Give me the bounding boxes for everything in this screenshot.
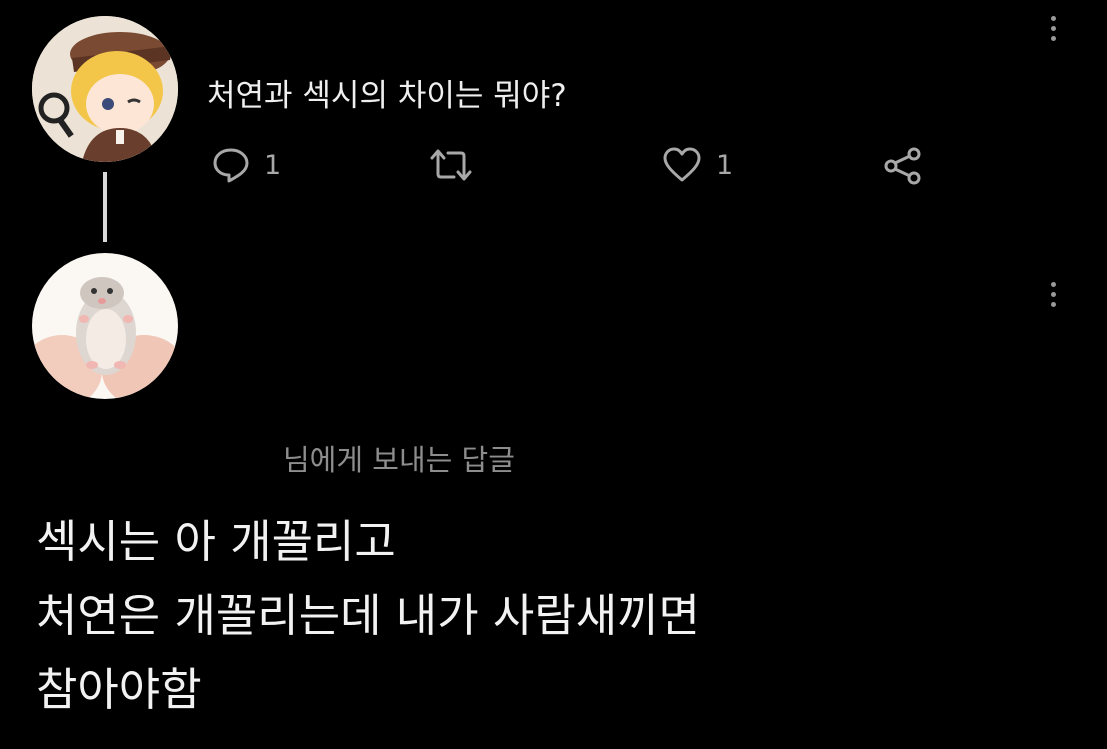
reply-button[interactable]: 1 — [212, 146, 281, 184]
more-options-button[interactable] — [1047, 282, 1059, 307]
share-icon — [884, 147, 921, 185]
avatar[interactable] — [32, 16, 178, 162]
more-vertical-icon — [1050, 302, 1056, 307]
comment-icon — [213, 148, 249, 183]
more-vertical-icon — [1050, 26, 1056, 31]
more-vertical-icon — [1050, 292, 1056, 297]
avatar[interactable] — [32, 253, 178, 399]
like-button[interactable]: 1 — [662, 146, 733, 184]
reply-text: 섹시는 아 개꼴리고 처연은 개꼴리는데 내가 사람새끼면 참아야함 — [36, 505, 700, 727]
like-count: 1 — [716, 149, 734, 181]
reply-text-line: 처연은 개꼴리는데 내가 사람새끼면 — [36, 589, 700, 642]
more-options-button[interactable] — [1047, 16, 1059, 41]
reply-text-line: 섹시는 아 개꼴리고 — [36, 515, 396, 568]
post-text: 처연과 섹시의 차이는 뭐야? — [207, 78, 567, 114]
more-vertical-icon — [1050, 36, 1056, 41]
reply-text-line: 참아야함 — [36, 663, 202, 716]
reply-to-label: 님에게 보내는 답글 — [283, 443, 515, 477]
retweet-icon — [430, 149, 472, 181]
heart-icon — [663, 147, 701, 182]
share-button[interactable] — [882, 146, 924, 186]
more-vertical-icon — [1050, 16, 1056, 21]
thread-connector — [103, 172, 107, 242]
retweet-button[interactable] — [428, 146, 474, 184]
more-vertical-icon — [1050, 282, 1056, 287]
reply-count: 1 — [264, 149, 282, 181]
